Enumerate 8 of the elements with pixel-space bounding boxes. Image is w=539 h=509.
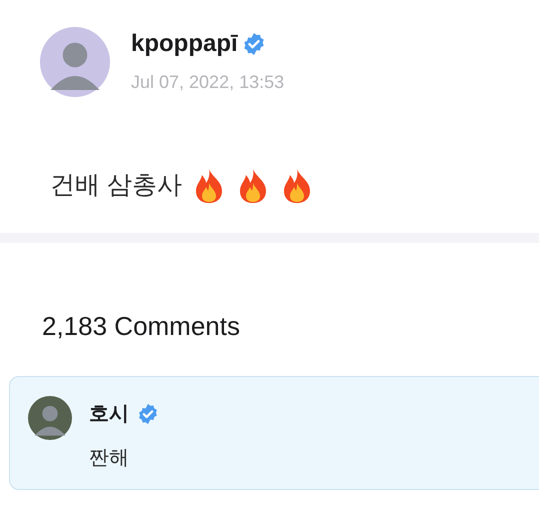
post-text: 건배 삼총사	[50, 170, 182, 201]
comments-count: 2,183 Comments	[41, 310, 241, 342]
author-name[interactable]: kpoppapī	[131, 29, 238, 59]
commenter-name[interactable]: 호시	[89, 398, 129, 428]
avatar	[40, 27, 110, 97]
comment-text: 짠해	[89, 446, 130, 470]
post-date: Jul 07, 2022, 13:53	[131, 71, 284, 94]
avatar	[28, 396, 72, 440]
